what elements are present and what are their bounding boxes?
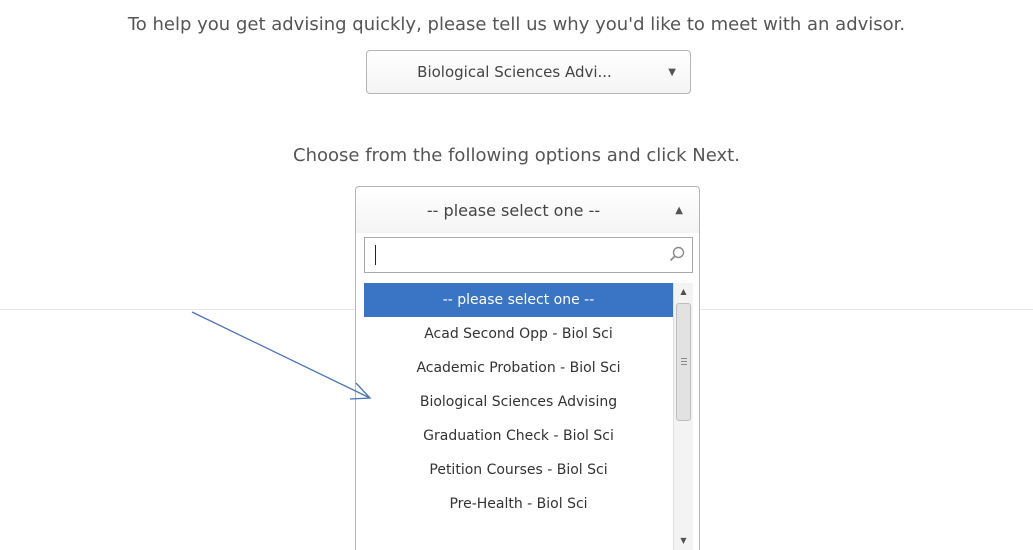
advising-category-value: Biological Sciences Advi... <box>417 63 612 81</box>
dropdown-search-input[interactable] <box>365 238 665 272</box>
option-academic-probation[interactable]: Academic Probation - Biol Sci <box>364 351 673 385</box>
option-please-select[interactable]: -- please select one -- <box>364 283 673 317</box>
dropdown-search[interactable] <box>364 237 693 273</box>
reason-dropdown: -- please select one -- Acad Second Opp … <box>355 233 700 550</box>
option-pre-health[interactable]: Pre-Health - Biol Sci <box>364 487 673 521</box>
option-graduation-check[interactable]: Graduation Check - Biol Sci <box>364 419 673 453</box>
reason-select-value: -- please select one -- <box>426 201 601 220</box>
grip-line <box>681 364 687 365</box>
dropdown-options-list: -- please select one -- Acad Second Opp … <box>364 283 673 521</box>
grip-line <box>681 358 687 359</box>
search-icon <box>669 246 685 262</box>
option-acad-second-opp[interactable]: Acad Second Opp - Biol Sci <box>364 317 673 351</box>
chevron-up-icon: ▲ <box>675 205 683 216</box>
chevron-down-icon: ▼ <box>668 67 676 78</box>
text-cursor <box>375 245 376 265</box>
intro-text: To help you get advising quickly, please… <box>127 14 906 35</box>
scroll-up-icon[interactable]: ▲ <box>674 283 693 301</box>
advising-category-select[interactable]: Biological Sciences Advi... ▼ <box>366 50 691 94</box>
dropdown-scrollbar[interactable]: ▲ ▼ <box>673 283 693 550</box>
option-petition-courses[interactable]: Petition Courses - Biol Sci <box>364 453 673 487</box>
option-biological-sciences-advising[interactable]: Biological Sciences Advising <box>364 385 673 419</box>
grip-line <box>681 361 687 362</box>
scrollbar-thumb[interactable] <box>676 303 691 421</box>
options-prompt: Choose from the following options and cl… <box>293 145 740 166</box>
scroll-down-icon[interactable]: ▼ <box>674 532 693 550</box>
reason-select[interactable]: -- please select one -- ▲ <box>355 186 700 234</box>
